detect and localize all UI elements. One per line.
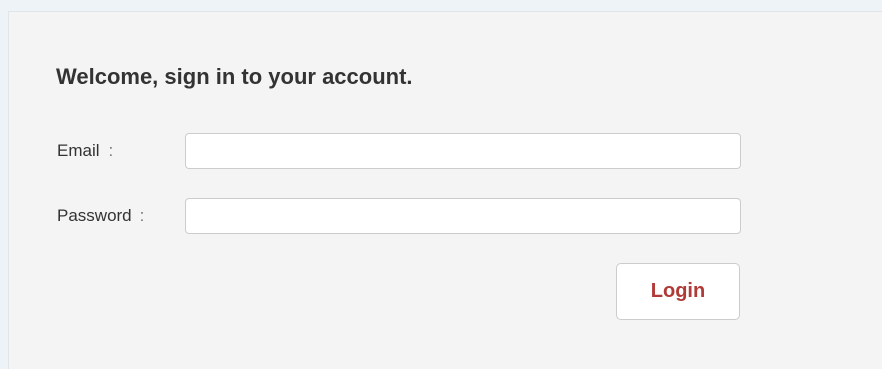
- email-label-colon: :: [108, 141, 114, 160]
- email-label: Email: [57, 141, 100, 160]
- login-button[interactable]: Login: [616, 263, 740, 320]
- email-field[interactable]: [185, 133, 741, 169]
- password-label-row: Password:: [57, 206, 144, 226]
- password-field[interactable]: [185, 198, 741, 234]
- login-heading: Welcome, sign in to your account.: [56, 64, 413, 89]
- password-label-colon: :: [139, 206, 145, 225]
- page: Welcome, sign in to your account. Email:…: [0, 0, 882, 369]
- password-label: Password: [57, 206, 132, 225]
- login-panel: Welcome, sign in to your account. Email:…: [8, 11, 882, 369]
- email-label-row: Email:: [57, 141, 113, 161]
